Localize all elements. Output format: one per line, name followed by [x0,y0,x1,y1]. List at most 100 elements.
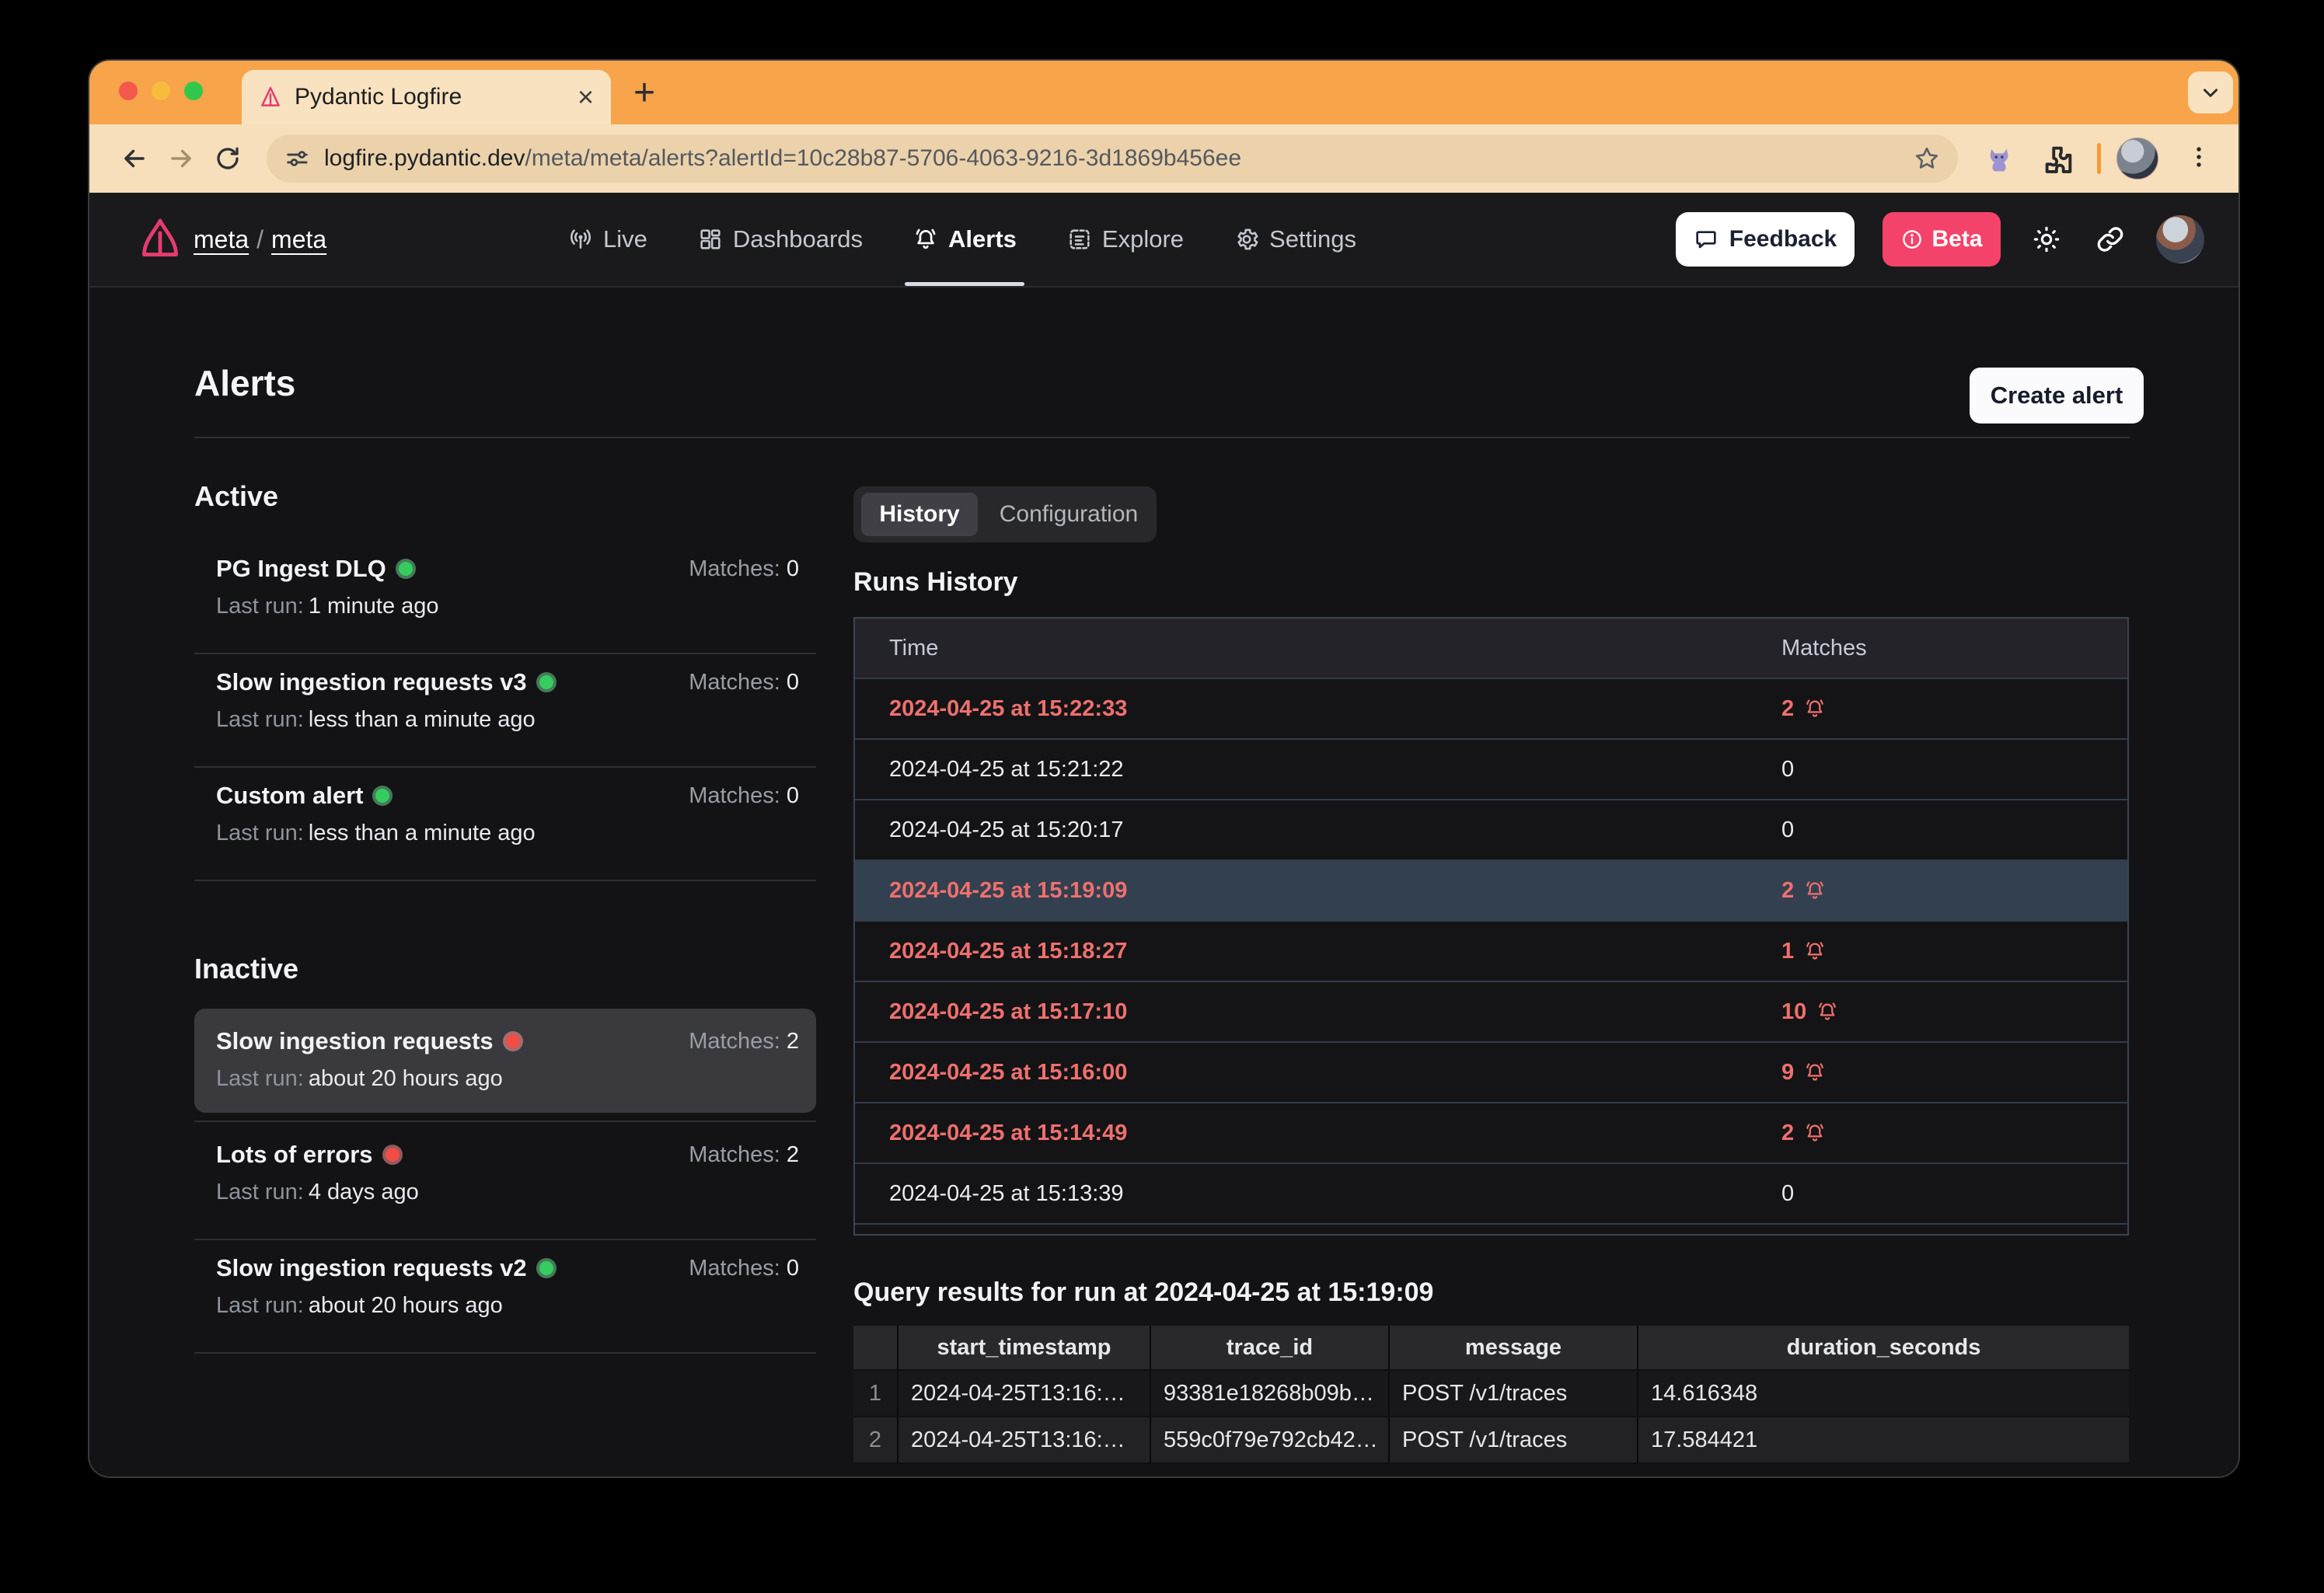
close-tab-icon[interactable]: × [578,83,594,111]
header-divider [194,437,2130,438]
run-row[interactable]: 2024-04-25 at 15:17:10 10 [855,981,2127,1041]
url-bar[interactable]: logfire.pydantic.dev/meta/meta/alerts?al… [267,134,1958,183]
nav-label-explore: Explore [1102,225,1184,253]
extension-cat-icon[interactable] [1981,141,2017,177]
back-button[interactable] [119,143,150,174]
alert-item-slow-ingestion-v3[interactable]: Slow ingestion requests v3 Matches:0 Las… [194,668,816,733]
alert-item-slow-ingestion-selected[interactable]: Slow ingestion requests Matches:2 Last r… [194,1027,816,1092]
new-tab-button[interactable]: + [633,75,655,112]
last-run-value: 4 days ago [309,1180,419,1204]
matches-value: 0 [787,783,799,808]
breadcrumb: meta/meta [194,225,326,254]
site-controls-icon[interactable] [284,145,310,172]
breadcrumb-project-link[interactable]: meta [271,225,326,253]
nav-right-group: Feedback Beta [1676,193,2204,286]
browser-toolbar: logfire.pydantic.dev/meta/meta/alerts?al… [89,124,2239,193]
run-row[interactable]: 2024-04-25 at 15:22:33 2 [855,678,2127,738]
user-avatar[interactable] [2156,215,2204,263]
run-time: 2024-04-25 at 15:14:49 [855,1121,1127,1146]
status-dot-red-icon [386,1148,400,1162]
cell-message: POST /v1/traces [1402,1427,1567,1453]
bookmark-star-icon[interactable] [1913,145,1941,173]
active-section-title: Active [194,480,278,513]
logfire-logo[interactable] [138,216,183,261]
tab-configuration[interactable]: Configuration [987,493,1150,536]
matches-label: Matches: [689,556,780,581]
list-divider [194,653,816,654]
chevron-down-icon [2199,81,2222,104]
alert-item-custom-alert[interactable]: Custom alert Matches:0 Last run:less tha… [194,782,816,846]
run-row[interactable]: 2024-04-25 at 15:16:00 9 [855,1041,2127,1102]
forward-button[interactable] [166,143,197,174]
run-matches-value: 9 [1781,1060,1794,1086]
alert-item-pg-ingest-dlq[interactable]: PG Ingest DLQ Matches:0 Last run:1 minut… [194,555,816,619]
nav-item-live[interactable]: Live [567,193,647,286]
nav-item-alerts[interactable]: Alerts [913,193,1017,286]
run-row[interactable]: 2024-04-25 at 15:13:39 0 [855,1163,2127,1223]
run-time: 2024-04-25 at 15:21:22 [855,757,1124,783]
minimize-window-button[interactable] [152,82,170,100]
bell-icon [1803,697,1827,720]
alert-name: Custom alert [216,782,363,810]
nav-item-explore[interactable]: Explore [1066,193,1184,286]
nav-items: Live Dashboards Alerts Explore [567,193,1356,286]
browser-tab[interactable]: Pydantic Logfire × [242,70,611,124]
link-icon [2095,224,2126,255]
col-time: Time [855,636,938,661]
cell-duration-seconds: 14.616348 [1651,1381,1757,1407]
run-row[interactable]: 2024-04-25 at 15:20:17 0 [855,799,2127,859]
app-navbar: meta/meta Live Dashboards Alerts [89,193,2239,288]
share-link-button[interactable] [2092,221,2128,257]
query-row[interactable]: 1 2024-04-25T13:16:… 93381e18268b09b… PO… [853,1371,2129,1417]
url-domain: logfire.pydantic.dev [324,145,525,171]
theme-toggle-button[interactable] [2029,221,2064,257]
bell-icon [1803,879,1827,902]
run-row[interactable]: 2024-04-25 at 15:18:27 1 [855,920,2127,981]
alert-item-lots-of-errors[interactable]: Lots of errors Matches:2 Last run:4 days… [194,1141,816,1205]
cell-trace-id: 559c0f79e792cb42… [1164,1427,1378,1453]
breadcrumb-org-link[interactable]: meta [194,225,249,253]
query-row[interactable]: 2 2024-04-25T13:16:… 559c0f79e792cb42… P… [853,1417,2129,1464]
matches-label: Matches: [689,1029,780,1054]
run-matches-value: 10 [1781,999,1806,1025]
nav-item-settings[interactable]: Settings [1234,193,1356,286]
sun-icon [2031,224,2062,255]
last-run-label: Last run: [216,1066,304,1091]
runs-table-header: Time Matches [855,619,2127,678]
run-row[interactable]: 2024-04-25 at 15:14:49 2 [855,1102,2127,1163]
history-config-tabs: History Configuration [853,486,1157,542]
close-window-button[interactable] [119,82,138,100]
browser-profile-avatar[interactable] [2116,138,2158,180]
run-matches-value: 1 [1781,939,1794,964]
query-table-header: start_timestamp trace_id message duratio… [853,1326,2129,1371]
run-matches-value: 2 [1781,878,1794,904]
last-run-label: Last run: [216,821,304,845]
run-row-selected[interactable]: 2024-04-25 at 15:19:09 2 [855,859,2127,920]
nav-label-alerts: Alerts [948,225,1017,253]
col-message: message [1388,1326,1637,1371]
beta-badge[interactable]: Beta [1883,212,2001,267]
tab-history[interactable]: History [861,493,978,536]
zoom-window-button[interactable] [184,82,203,100]
browser-menu-icon[interactable] [2183,141,2214,173]
alert-item-slow-ingestion-v2[interactable]: Slow ingestion requests v2 Matches:0 Las… [194,1254,816,1319]
nav-label-live: Live [603,225,647,253]
refresh-button[interactable] [212,143,243,174]
col-row-number [853,1326,897,1371]
list-divider [194,1239,816,1240]
run-row[interactable]: 2024-04-25 at 15:21:22 0 [855,738,2127,799]
feedback-button[interactable]: Feedback [1676,212,1855,267]
run-time: 2024-04-25 at 15:20:17 [855,817,1124,843]
nav-item-dashboards[interactable]: Dashboards [697,193,863,286]
extensions-puzzle-icon[interactable] [2040,141,2076,177]
create-alert-button[interactable]: Create alert [1970,368,2144,424]
toolbar-divider [2097,143,2101,174]
status-dot-green-icon [539,1261,553,1275]
alert-name: Slow ingestion requests v3 [216,668,527,696]
run-time: 2024-04-25 at 15:19:09 [855,878,1127,904]
breadcrumb-separator: / [256,225,263,253]
cell-duration-seconds: 17.584421 [1651,1427,1757,1453]
run-time: 2024-04-25 at 15:22:33 [855,696,1127,722]
browser-tab-strip: Pydantic Logfire × + [89,61,2239,124]
tab-search-button[interactable] [2188,71,2233,113]
